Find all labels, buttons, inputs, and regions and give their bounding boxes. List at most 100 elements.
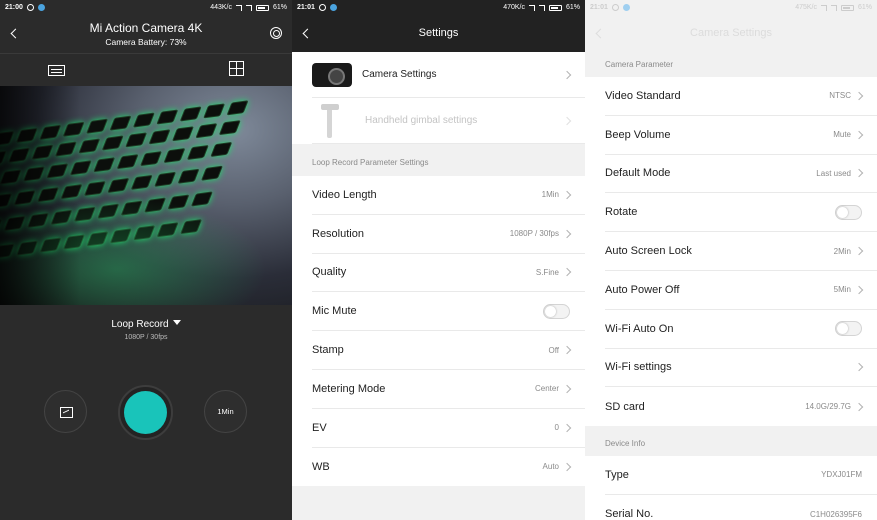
setting-label: WB <box>312 460 330 473</box>
setting-wifi-settings[interactable]: Wi-Fi settings <box>605 349 877 388</box>
caret-down-icon[interactable] <box>172 320 181 326</box>
battery-icon <box>255 4 269 11</box>
mode-label[interactable]: Loop Record <box>111 319 168 330</box>
info-label: Type <box>605 468 629 481</box>
chevron-right-icon <box>562 462 572 472</box>
chevron-right-icon <box>562 229 572 238</box>
info-type: Type YDXJ01FM <box>605 456 877 495</box>
setting-video-length[interactable]: Video Length 1Min <box>312 176 585 215</box>
device-list: Camera Settings Handheld gimbal settings <box>292 52 585 144</box>
camera-settings-item[interactable]: Camera Settings <box>312 52 585 98</box>
status-speed: 470K/c <box>503 4 525 11</box>
mode-resolution: 1080P / 30fps <box>124 334 168 341</box>
setting-value: 14.0G/29.7G <box>805 402 851 412</box>
view-toggle-bar <box>0 53 292 86</box>
mic-mute-toggle[interactable] <box>543 303 570 319</box>
shutter-button[interactable] <box>118 385 173 440</box>
chevron-right-icon <box>562 268 572 277</box>
gallery-icon <box>60 407 73 418</box>
battery-icon <box>548 4 562 11</box>
rotate-toggle[interactable] <box>835 204 862 220</box>
gimbal-settings-item[interactable]: Handheld gimbal settings <box>312 98 585 144</box>
setting-value: NTSC <box>829 91 851 101</box>
setting-label: Auto Screen Lock <box>605 245 692 258</box>
camera-settings-header: Camera Settings <box>585 15 877 52</box>
status-notification-icon <box>26 4 34 11</box>
video-length-label: 1Min <box>217 407 234 416</box>
setting-rotate: Rotate <box>605 193 877 233</box>
setting-label: Wi-Fi Auto On <box>605 322 674 335</box>
shutter-inner[interactable] <box>124 391 167 434</box>
setting-stamp[interactable]: Stamp Off <box>312 331 585 370</box>
info-serial: Serial No. C1H026395F6 <box>605 495 877 520</box>
status-notification-icon <box>611 4 619 11</box>
camera-settings-label: Camera Settings <box>362 69 437 80</box>
back-chevron-icon[interactable] <box>302 28 313 39</box>
section-label: Device Info <box>605 439 646 448</box>
setting-wb[interactable]: WB Auto <box>312 448 585 487</box>
setting-value: 5Min <box>833 285 851 295</box>
camera-settings-panel: 21:01 475K/c 61% Camera Settings Camera … <box>585 0 877 520</box>
video-length-button[interactable]: 1Min <box>204 390 247 433</box>
bluetooth-icon <box>528 4 535 11</box>
setting-value: Center <box>534 384 559 394</box>
chevron-right-icon <box>562 190 572 200</box>
device-info: Type YDXJ01FM Serial No. C1H026395F6 <box>585 456 877 520</box>
chevron-right-icon <box>854 130 864 139</box>
setting-value: 0 <box>554 423 559 433</box>
setting-label: Mic Mute <box>312 305 357 318</box>
setting-beep-volume[interactable]: Beep Volume Mute <box>605 116 877 155</box>
chevron-right-icon <box>562 423 572 432</box>
camera-battery-label: Camera Battery: 73% <box>105 37 187 47</box>
wifi-icon <box>830 4 837 11</box>
settings-gear-icon[interactable] <box>270 27 282 39</box>
grid-view-icon[interactable] <box>229 61 244 76</box>
setting-default-mode[interactable]: Default Mode Last used <box>605 155 877 194</box>
setting-label: Auto Power Off <box>605 283 680 296</box>
gallery-button[interactable] <box>44 390 87 433</box>
setting-value: Last used <box>816 168 851 178</box>
wifi-icon <box>245 4 252 11</box>
setting-label: EV <box>312 421 327 434</box>
setting-value: S.Fine <box>535 267 559 277</box>
setting-metering-mode[interactable]: Metering Mode Center <box>312 370 585 409</box>
back-chevron-icon[interactable] <box>595 28 606 39</box>
wifi-icon <box>538 4 545 11</box>
status-time: 21:01 <box>590 4 608 11</box>
settings-panel: 21:01 470K/c 61% Settings Camera Setting… <box>292 0 585 520</box>
setting-label: Stamp <box>312 344 344 357</box>
camera-title: Mi Action Camera 4K <box>89 21 203 35</box>
section-label: Camera Parameter <box>605 60 674 69</box>
setting-value: Auto <box>542 462 559 472</box>
setting-ev[interactable]: EV 0 <box>312 409 585 448</box>
setting-auto-power-off[interactable]: Auto Power Off 5Min <box>605 271 877 310</box>
preview-shadow <box>0 86 80 305</box>
status-speed: 443K/c <box>210 4 232 11</box>
info-value: YDXJ01FM <box>821 470 862 480</box>
setting-auto-screen-lock[interactable]: Auto Screen Lock 2Min <box>605 232 877 271</box>
status-battery: 61% <box>857 4 872 11</box>
gimbal-thumbnail-icon <box>317 102 345 140</box>
camera-preview <box>0 86 292 305</box>
settings-header: Settings <box>292 15 585 52</box>
setting-label: Rotate <box>605 206 638 219</box>
setting-label: Quality <box>312 266 347 279</box>
chevron-right-icon <box>854 246 864 256</box>
setting-value: 2Min <box>833 246 851 256</box>
status-time: 21:00 <box>5 4 23 11</box>
mode-selector[interactable]: Loop Record 1080P / 30fps <box>0 314 292 341</box>
setting-video-standard[interactable]: Video Standard NTSC <box>605 77 877 116</box>
gimbal-settings-label: Handheld gimbal settings <box>365 115 478 126</box>
wifi-auto-on-toggle[interactable] <box>835 321 862 337</box>
setting-label: SD card <box>605 400 645 413</box>
setting-resolution[interactable]: Resolution 1080P / 30fps <box>312 215 585 254</box>
landscape-view-icon[interactable] <box>48 65 65 76</box>
page-title: Settings <box>418 27 459 39</box>
status-speed: 475K/c <box>795 4 817 11</box>
setting-quality[interactable]: Quality S.Fine <box>312 254 585 293</box>
setting-label: Default Mode <box>605 167 671 180</box>
setting-value: 1080P / 30fps <box>509 229 559 239</box>
camera-header: Mi Action Camera 4K Camera Battery: 73% <box>0 15 292 53</box>
setting-label: Wi-Fi settings <box>605 361 672 374</box>
setting-sd-card[interactable]: SD card 14.0G/29.7G <box>605 387 877 426</box>
